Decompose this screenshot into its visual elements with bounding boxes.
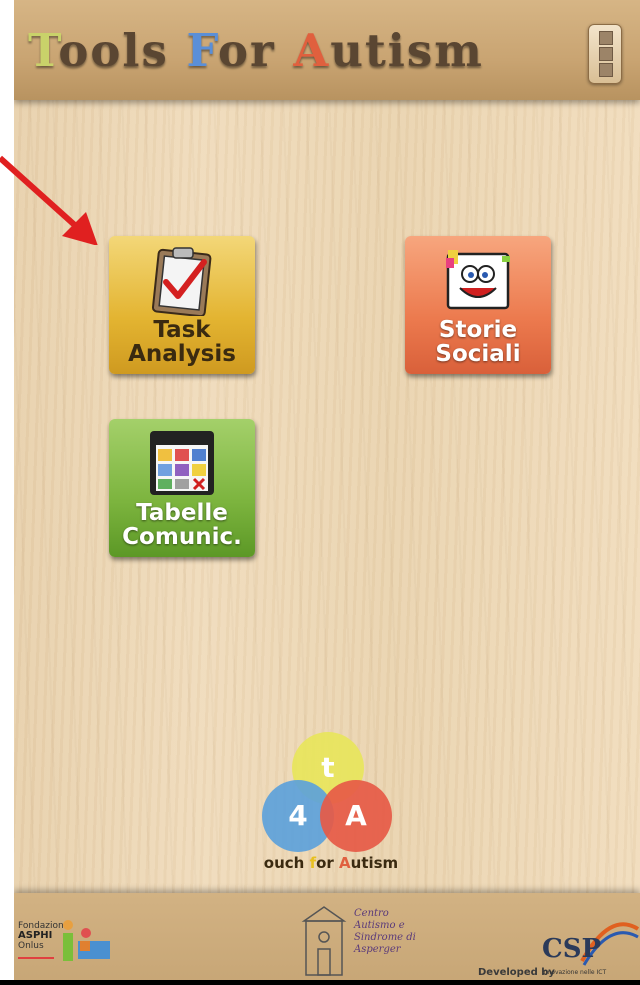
asphi-underline [18, 957, 54, 959]
asphi-line3: Onlus [18, 941, 44, 951]
tabelle-comunic-label: Tabelle Comunic. [109, 501, 255, 549]
csp-subtitle: innovazione nelle ICT [542, 969, 607, 976]
logo-caption: ouch for Autism [256, 854, 406, 872]
building-drawing-icon [301, 906, 347, 976]
storie-sociali-label: Storie Sociali [405, 318, 551, 366]
annotation-arrow [0, 155, 98, 245]
smiling-book-icon [446, 250, 510, 310]
csp-wordmark: CSP [542, 934, 601, 964]
tile-label-line: Comunic. [122, 524, 242, 550]
title-letter-f: F [186, 24, 218, 77]
tabelle-comunic-button[interactable]: Tabelle Comunic. [109, 419, 255, 557]
tile-label-line: Sociali [435, 341, 521, 367]
centro-line3: Sindrome di [354, 932, 416, 943]
storie-sociali-button[interactable]: Storie Sociali [405, 236, 551, 374]
title-word-utism: utism [330, 24, 484, 77]
top-bar: Tools For Autism [14, 0, 640, 100]
tile-label-line: Tabelle [136, 500, 228, 526]
centro-autismo-logo: Centro Autismo e Sindrome di Asperger [354, 908, 416, 956]
tile-label-line: Task [153, 317, 211, 343]
footer-bar: Fondazione ASPHI Onlus Centro Autismo e … [14, 893, 640, 985]
clipboard-checkmark-icon [151, 247, 212, 316]
caption-utism: utism [350, 854, 399, 872]
caption-a: A [339, 854, 351, 872]
logo-circle-a: A [320, 780, 392, 852]
asphi-line2: ASPHI [18, 930, 53, 941]
menu-dot-icon [599, 31, 613, 45]
app-screen: Tools For Autism Task Analysis Storie So… [14, 0, 640, 985]
menu-dot-icon [599, 47, 613, 61]
title-word-or: or [217, 24, 294, 77]
title-letter-t: T [28, 24, 59, 77]
centro-line4: Asperger [354, 944, 401, 955]
asphi-logo: Fondazione ASPHI Onlus [18, 921, 69, 951]
caption-ouch: ouch [263, 854, 310, 872]
task-analysis-label: Task Analysis [109, 318, 255, 366]
communication-board-icon [150, 431, 214, 495]
system-nav-strip [0, 980, 640, 985]
centro-line1: Centro [354, 908, 389, 919]
caption-or: or [316, 854, 340, 872]
menu-dot-icon [599, 63, 613, 77]
asphi-figure-icon [63, 920, 110, 961]
csp-logo: CSP [542, 922, 640, 966]
title-letter-a: A [293, 24, 331, 77]
app-title: Tools For Autism [28, 24, 484, 77]
overflow-menu-button[interactable] [588, 24, 622, 84]
tile-label-line: Storie [438, 317, 518, 343]
title-word-ools: ools [58, 24, 187, 77]
touch-for-autism-logo: t 4 A ouch for Autism [262, 732, 398, 882]
task-analysis-button[interactable]: Task Analysis [109, 236, 255, 374]
tile-label-line: Analysis [128, 341, 236, 367]
centro-line2: Autismo e [354, 920, 405, 931]
